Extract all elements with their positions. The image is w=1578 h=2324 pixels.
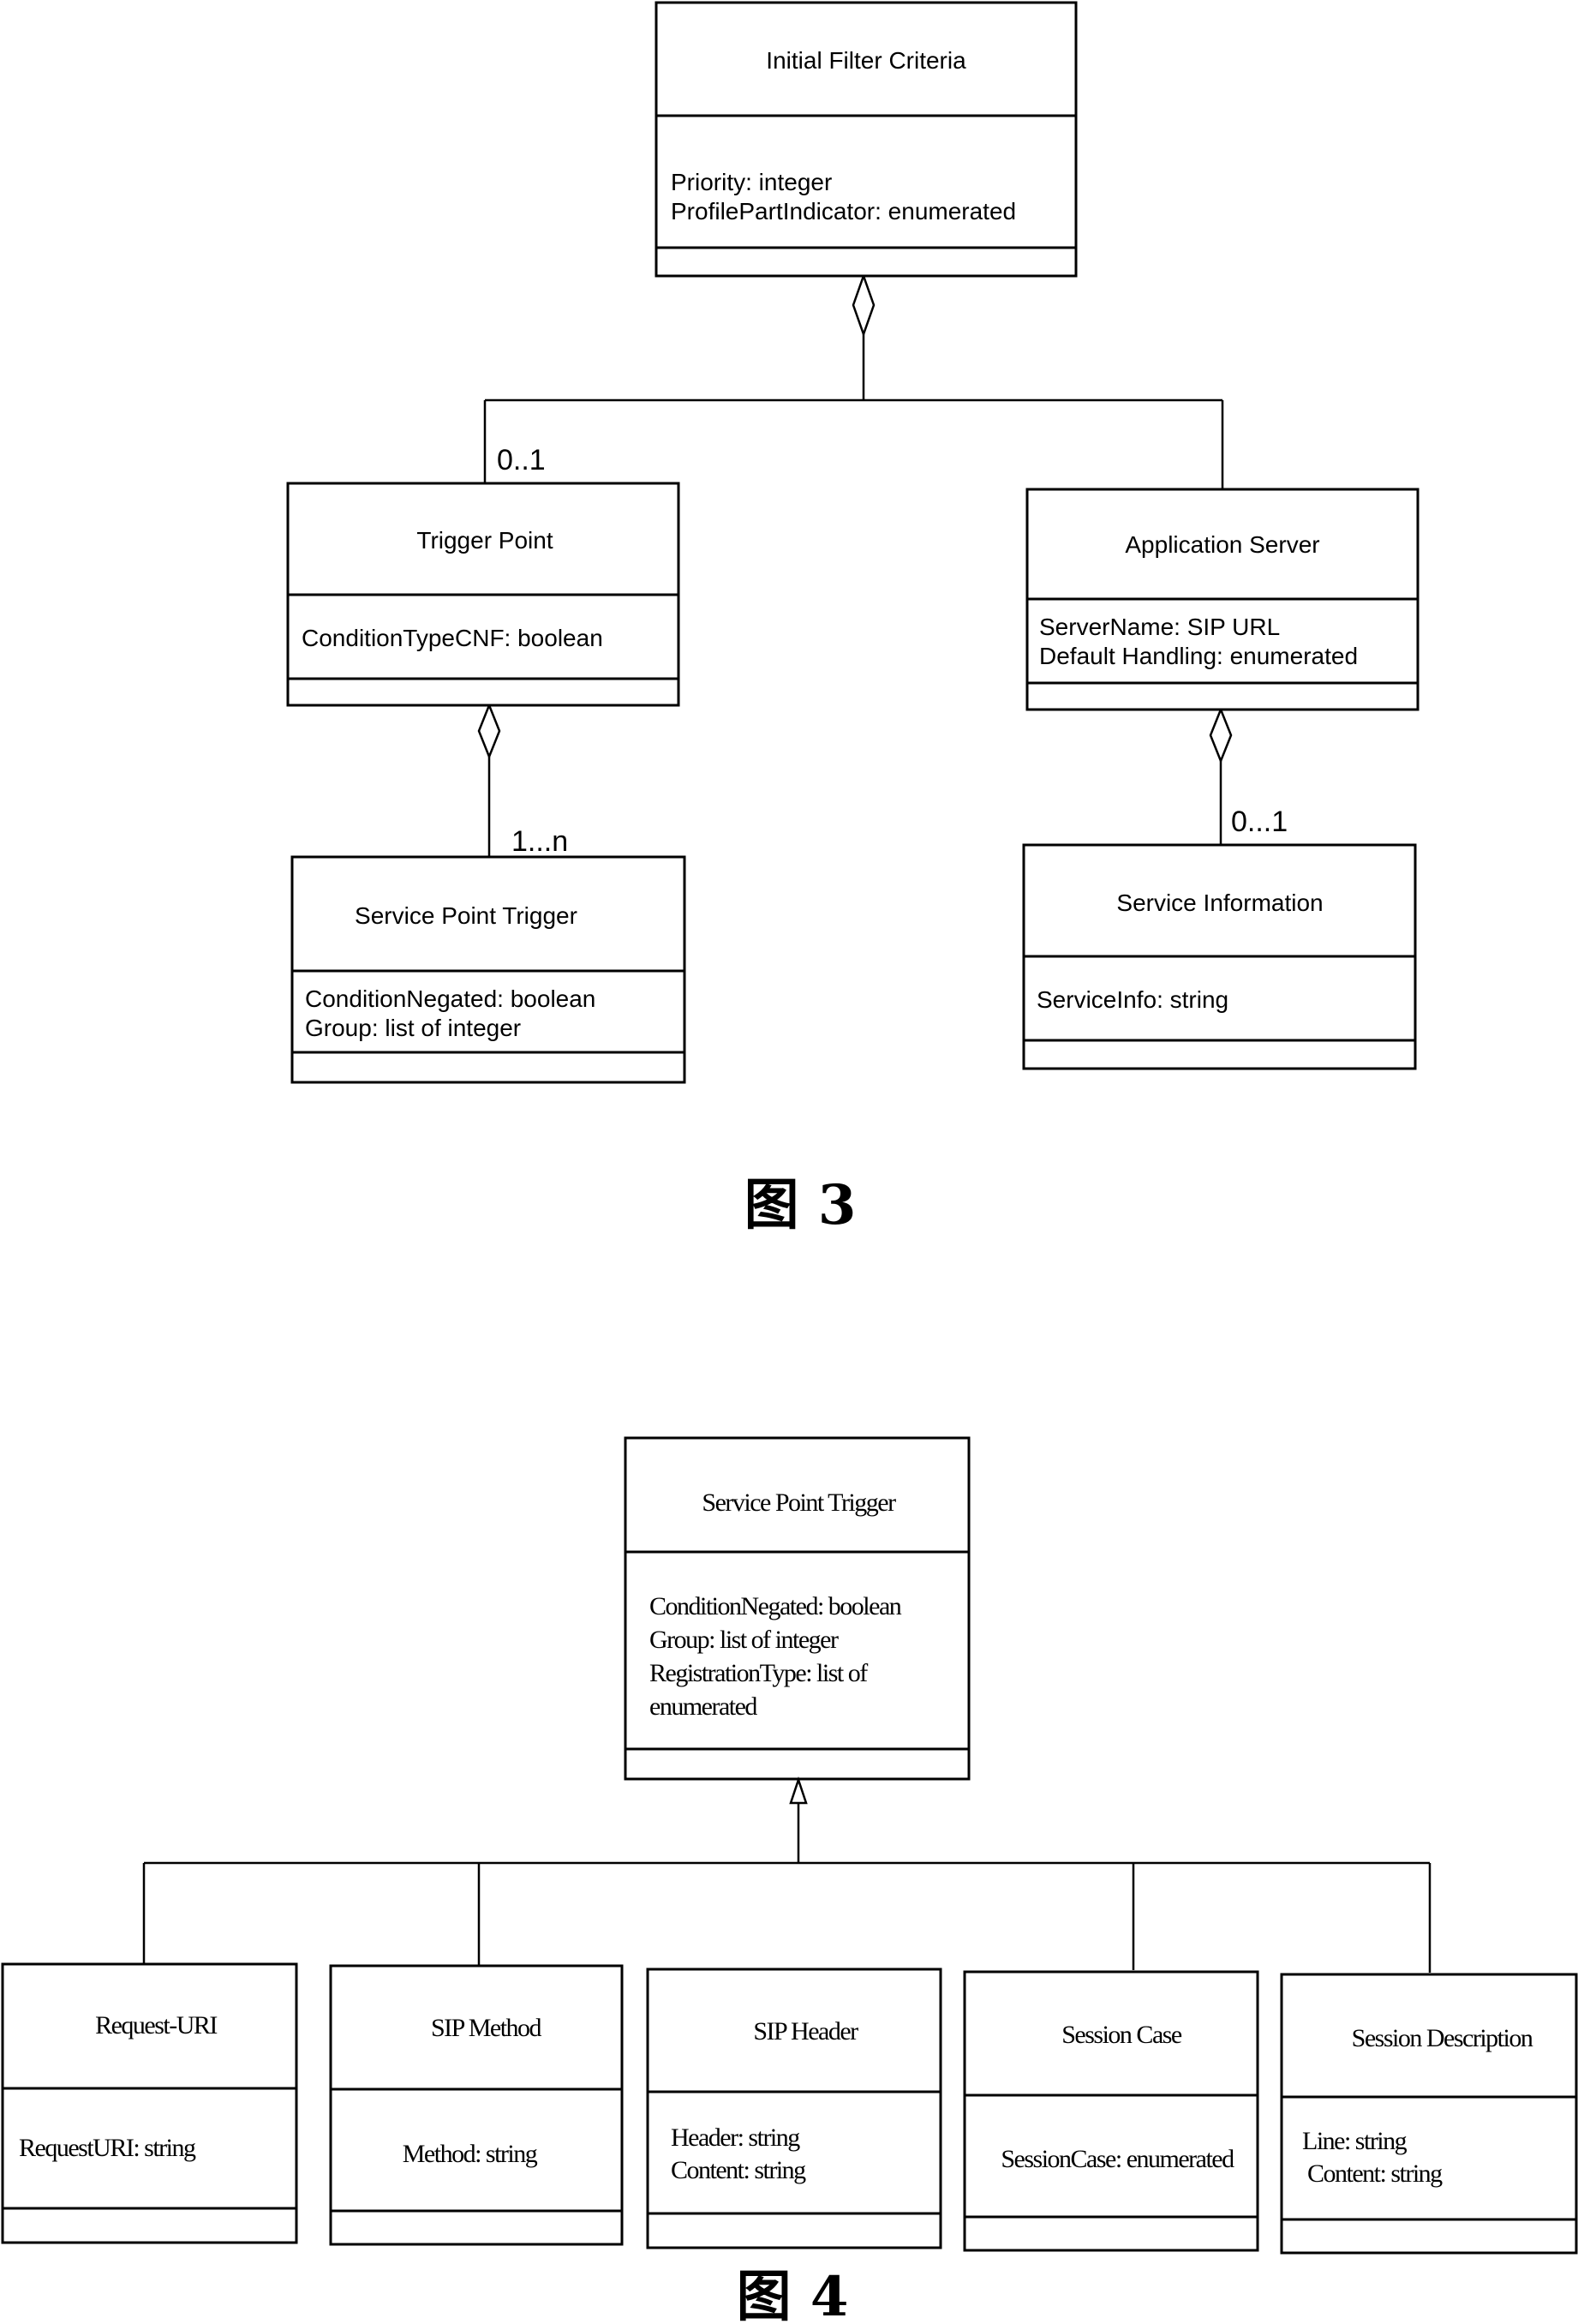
class-service-point-trigger: Service Point Trigger ConditionNegated: …	[290, 855, 686, 1084]
class-sip-header: SIP Header Header: string Content: strin…	[646, 1968, 942, 2249]
class-attribute: RequestURI: string	[19, 2134, 196, 2162]
class-attribute: enumerated	[649, 1692, 757, 1721]
class-attribute: Priority: integer	[671, 169, 832, 195]
figure-caption: 图 4	[737, 2265, 849, 2324]
class-session-case: Session Case SessionCase: enumerated	[963, 1970, 1259, 2252]
class-name: Service Information	[1116, 889, 1323, 916]
class-service-information: Service Information ServiceInfo: string	[1022, 843, 1417, 1070]
class-attribute: Header: string	[671, 2123, 800, 2152]
class-name: Service Point Trigger	[702, 1488, 896, 1517]
class-name: Request-URI	[95, 2011, 217, 2039]
class-attribute: Group: list of integer	[305, 1015, 521, 1041]
uml-diagram-canvas: Initial Filter Criteria Priority: intege…	[1, 1, 1578, 2324]
class-attribute: Method: string	[403, 2140, 538, 2168]
class-attribute: ServiceInfo: string	[1037, 986, 1228, 1013]
class-attribute: ConditionTypeCNF: boolean	[302, 625, 603, 651]
class-session-description: Session Description Line: string Content…	[1280, 1973, 1578, 2255]
class-application-server: Application Server ServerName: SIP URL D…	[1025, 488, 1420, 711]
class-name: SIP Header	[753, 2017, 858, 2045]
figure-3: Initial Filter Criteria Priority: intege…	[286, 1, 1420, 1237]
class-initial-filter-criteria: Initial Filter Criteria Priority: intege…	[655, 1, 1078, 278]
class-request-uri: Request-URI RequestURI: string	[1, 1962, 298, 2244]
class-service-point-trigger-parent: Service Point Trigger ConditionNegated: …	[624, 1436, 971, 1781]
class-attribute: Content: string	[1302, 2159, 1443, 2188]
class-name: SIP Method	[431, 2014, 542, 2042]
multiplicity-label: 1...n	[511, 825, 568, 858]
inheritance-triangle-icon	[789, 1776, 808, 1805]
class-attribute: ProfilePartIndicator: enumerated	[671, 198, 1016, 225]
class-sip-method: SIP Method Method: string	[329, 1964, 624, 2246]
class-name: Application Server	[1125, 531, 1319, 558]
aggregation-diamond-icon	[852, 273, 876, 338]
class-attribute: ServerName: SIP URL	[1039, 614, 1280, 640]
class-name: Session Description	[1352, 2024, 1533, 2052]
class-attribute: RegistrationType: list of	[649, 1659, 868, 1687]
class-attribute: ConditionNegated: boolean	[649, 1592, 902, 1620]
class-attribute: Content: string	[671, 2156, 806, 2184]
class-name: Service Point Trigger	[355, 902, 577, 929]
class-name: Session Case	[1061, 2021, 1182, 2049]
figure-4: Service Point Trigger ConditionNegated: …	[1, 1436, 1578, 2324]
class-attribute: Default Handling: enumerated	[1039, 643, 1358, 669]
class-attribute: Line: string	[1302, 2127, 1408, 2155]
figure-caption: 图 3	[744, 1173, 857, 1237]
class-attribute: SessionCase: enumerated	[1001, 2145, 1234, 2173]
class-name: Initial Filter Criteria	[766, 47, 966, 74]
class-trigger-point: Trigger Point ConditionTypeCNF: boolean	[286, 482, 680, 707]
multiplicity-label: 0...1	[1231, 806, 1288, 838]
class-name: Trigger Point	[416, 527, 553, 554]
class-attribute: ConditionNegated: boolean	[305, 985, 595, 1012]
multiplicity-label: 0..1	[497, 444, 546, 476]
aggregation-diamond-icon	[477, 702, 501, 760]
aggregation-diamond-icon	[1209, 706, 1233, 764]
class-attribute: Group: list of integer	[649, 1626, 839, 1654]
